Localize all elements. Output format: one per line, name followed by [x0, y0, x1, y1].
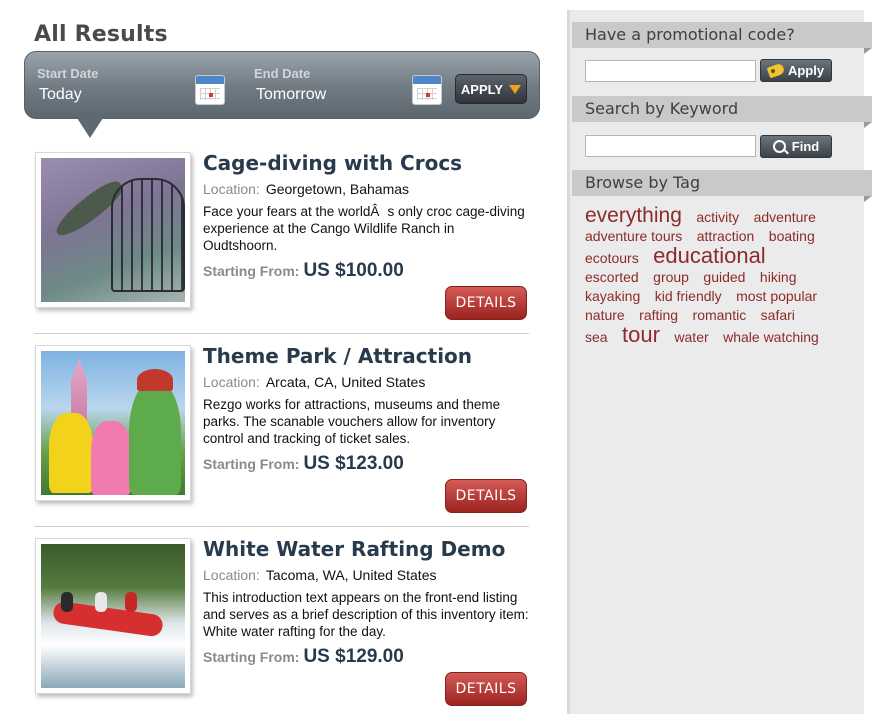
page-title: All Results [34, 22, 168, 47]
price-label: Starting From: [203, 263, 300, 279]
croc-cage-photo [41, 158, 185, 302]
apply-dates-label: APPLY [460, 81, 504, 97]
tag-link[interactable]: boating [769, 228, 815, 244]
apply-dates-button[interactable]: APPLY [455, 74, 527, 104]
result-description: Rezgo works for attractions, museums and… [203, 397, 501, 446]
tag-link[interactable]: kayaking [585, 288, 640, 304]
details-button[interactable]: DETAILS [445, 286, 527, 320]
tag-link[interactable]: tour [622, 322, 660, 347]
find-button[interactable]: Find [760, 135, 832, 158]
tag-link[interactable]: ecotours [585, 250, 639, 266]
result-thumbnail[interactable] [35, 152, 191, 308]
price-tag-icon [766, 62, 786, 79]
price-label: Starting From: [203, 649, 300, 665]
result-divider [34, 526, 529, 527]
end-date-label: End Date [254, 66, 311, 81]
tag-link[interactable]: nature [585, 307, 625, 323]
result-location: Location: Georgetown, Bahamas [203, 181, 409, 197]
location-value: Arcata, CA, United States [265, 374, 426, 390]
result-description: This introduction text appears on the fr… [203, 590, 529, 639]
promo-heading: Have a promotional code? [572, 22, 872, 54]
price-label: Starting From: [203, 456, 300, 472]
location-label: Location: [203, 181, 260, 197]
tag-link[interactable]: hiking [760, 269, 797, 285]
result-price: Starting From: US $129.00 [203, 646, 404, 668]
price-amount: US $100.00 [303, 260, 404, 281]
tag-link[interactable]: escorted [585, 269, 639, 285]
result-price: Starting From: US $100.00 [203, 260, 404, 282]
tag-link[interactable]: rafting [639, 307, 678, 323]
tag-cloud: everything activity adventure adventure … [585, 204, 840, 347]
location-label: Location: [203, 374, 260, 390]
search-icon [772, 140, 786, 153]
tag-link[interactable]: most popular [736, 288, 817, 304]
result-divider [34, 333, 529, 334]
keyword-search-input[interactable] [585, 135, 756, 157]
result-item: Cage-diving with Crocs Location: Georgeto… [34, 151, 529, 332]
caret-down-icon [509, 84, 522, 94]
price-amount: US $129.00 [303, 646, 404, 667]
result-item: White Water Rafting Demo Location: Tacoma… [34, 537, 529, 718]
result-price: Starting From: US $123.00 [203, 453, 404, 475]
start-date-group[interactable]: Start Date Today [37, 66, 98, 104]
tag-link[interactable]: adventure [754, 209, 816, 225]
tags-heading: Browse by Tag [572, 170, 872, 202]
details-button[interactable]: DETAILS [445, 479, 527, 513]
theme-park-photo [41, 351, 185, 495]
result-thumbnail[interactable] [35, 538, 191, 694]
end-date-group[interactable]: End Date Tomorrow [254, 66, 326, 104]
tag-link[interactable]: activity [696, 209, 739, 225]
result-description: Face your fears at the worldÂs only cro… [203, 204, 525, 253]
tag-link[interactable]: kid friendly [655, 288, 722, 304]
tag-link[interactable]: attraction [697, 228, 755, 244]
tags-heading-text: Browse by Tag [585, 173, 701, 192]
price-amount: US $123.00 [303, 453, 404, 474]
tag-link[interactable]: educational [653, 243, 766, 268]
location-value: Georgetown, Bahamas [265, 181, 410, 197]
keyword-heading-text: Search by Keyword [585, 99, 739, 118]
keyword-heading: Search by Keyword [572, 96, 872, 128]
find-label: Find [791, 139, 820, 154]
tag-link[interactable]: adventure tours [585, 228, 682, 244]
end-date-value[interactable]: Tomorrow [256, 86, 326, 104]
result-location: Location: Tacoma, WA, United States [203, 567, 437, 583]
result-title[interactable]: White Water Rafting Demo [203, 537, 505, 561]
tag-link[interactable]: whale watching [723, 329, 819, 345]
promo-code-input[interactable] [585, 60, 756, 82]
tag-link[interactable]: everything [585, 204, 682, 227]
location-label: Location: [203, 567, 260, 583]
result-item: Theme Park / Attraction Location: Arcata,… [34, 344, 529, 525]
result-location: Location: Arcata, CA, United States [203, 374, 425, 390]
tag-link[interactable]: romantic [693, 307, 747, 323]
calendar-icon[interactable] [412, 75, 442, 105]
date-bar-pointer [77, 118, 103, 138]
rafting-photo [41, 544, 185, 688]
date-filter-bar: Start Date Today End Date Tomorrow APPLY [24, 51, 540, 119]
result-title[interactable]: Cage-diving with Crocs [203, 151, 462, 175]
tag-link[interactable]: safari [761, 307, 795, 323]
tag-link[interactable]: guided [703, 269, 745, 285]
details-button[interactable]: DETAILS [445, 672, 527, 706]
result-title[interactable]: Theme Park / Attraction [203, 344, 472, 368]
promo-apply-label: Apply [787, 63, 825, 78]
tag-link[interactable]: sea [585, 329, 608, 345]
promo-heading-text: Have a promotional code? [585, 25, 795, 44]
tag-link[interactable]: group [653, 269, 689, 285]
promo-apply-button[interactable]: Apply [760, 59, 832, 82]
calendar-icon[interactable] [195, 75, 225, 105]
start-date-label: Start Date [37, 66, 99, 81]
result-thumbnail[interactable] [35, 345, 191, 501]
start-date-value[interactable]: Today [39, 86, 98, 104]
location-value: Tacoma, WA, United States [265, 567, 437, 583]
tag-link[interactable]: water [674, 329, 708, 345]
